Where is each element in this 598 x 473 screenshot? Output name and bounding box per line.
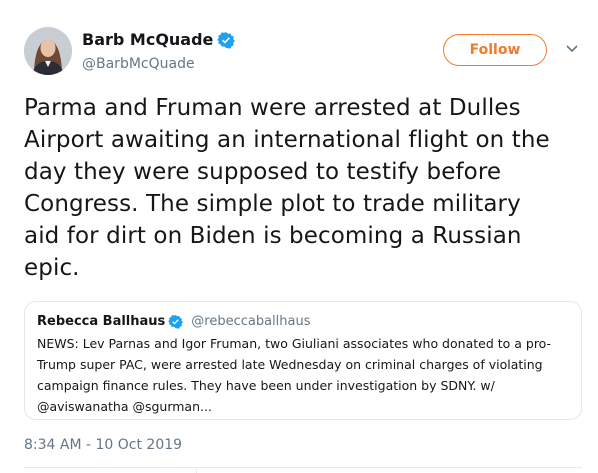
divider	[24, 467, 582, 468]
follow-button[interactable]: Follow	[443, 34, 547, 66]
verified-badge-icon	[217, 31, 236, 49]
tweet-text-line: day they were supposed to testify before	[24, 159, 502, 185]
tweet-text-line: aid for dirt on Biden is becoming a Russ…	[24, 223, 522, 249]
tweet-card: Barb McQuade @BarbMcQuade Follow Parma a…	[0, 0, 598, 473]
author-handle[interactable]: @BarbMcQuade	[82, 56, 195, 72]
quoted-text-line: Trump super PAC, were arrested late Wedn…	[37, 357, 543, 372]
quoted-text-line: NEWS: Lev Parnas and Igor Fruman, two Gi…	[37, 336, 552, 351]
chevron-down-icon[interactable]	[565, 44, 579, 54]
tweet-text-line: Parma and Fruman were arrested at Dulles	[24, 95, 521, 121]
avatar[interactable]	[24, 27, 72, 75]
divider	[196, 467, 197, 473]
tweet-text-line: Congress. The simple plot to trade milit…	[24, 191, 521, 217]
quoted-tweet[interactable]: Rebecca Ballhaus @rebeccaballhaus NEWS: …	[24, 301, 582, 420]
quoted-tweet-header: Rebecca Ballhaus @rebeccaballhaus	[37, 314, 569, 329]
verified-badge-icon	[168, 314, 184, 329]
tweet-timestamp[interactable]: 8:34 AM - 10 Oct 2019	[24, 437, 182, 453]
author-name-row: Barb McQuade	[82, 30, 236, 49]
tweet-text: Parma and Fruman were arrested at Dulles…	[24, 92, 582, 284]
tweet-text-line: epic.	[24, 255, 80, 281]
tweet-text-line: Airport awaiting an international flight…	[24, 127, 550, 153]
avatar-photo	[24, 27, 72, 75]
quoted-text-line: @aviswanatha @sgurman...	[37, 399, 212, 414]
author-name[interactable]: Barb McQuade	[82, 30, 213, 49]
quoted-tweet-text: NEWS: Lev Parnas and Igor Fruman, two Gi…	[37, 333, 569, 417]
quoted-author-handle: @rebeccaballhaus	[191, 314, 311, 329]
quoted-author-name: Rebecca Ballhaus	[37, 314, 166, 329]
quoted-text-line: campaign finance rules. They have been u…	[37, 378, 495, 393]
